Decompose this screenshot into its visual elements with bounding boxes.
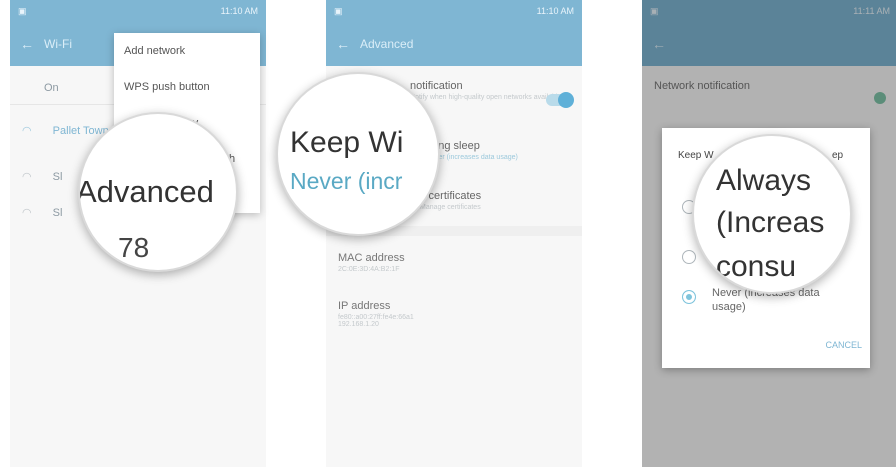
notification-icon: ▣ — [334, 5, 343, 16]
magnified-option-always: Always — [716, 164, 812, 197]
status-bar: ▣ 11:10 AM — [326, 0, 582, 22]
setting-keep-wifi-on[interactable]: uring sleep Never (increases data usage) — [426, 140, 570, 161]
magnifier-advanced: Advanced 78 — [78, 112, 238, 272]
network-name: Sl — [52, 171, 63, 183]
setting-label: k certificates — [420, 190, 482, 202]
setting-install-certificates[interactable]: k certificates Manage certificates — [420, 190, 570, 211]
status-time: 11:10 AM — [220, 6, 258, 16]
magnified-option-desc-2: consu — [716, 250, 797, 283]
page-title: Wi-Fi — [44, 37, 72, 51]
menu-item-add-network[interactable]: Add network — [114, 33, 260, 69]
notification-icon: ▣ — [18, 5, 27, 16]
panel2-header: ▣ 11:10 AM ← Advanced — [326, 0, 582, 66]
ip-address-label: IP address — [338, 300, 391, 312]
magnified-setting-title: Keep Wi — [290, 126, 404, 159]
setting-sub: Never (increases data usage) — [426, 154, 518, 161]
cancel-button[interactable]: CANCEL — [825, 340, 862, 350]
menu-item-wps-push[interactable]: WPS push button — [114, 69, 260, 105]
magnified-setting-value: Never (incr — [290, 168, 403, 194]
page-title: Advanced — [360, 37, 414, 51]
radio-plugged-in[interactable] — [682, 250, 696, 264]
magnifier-always: Always (Increas consu — [692, 134, 852, 294]
app-bar: ← Advanced — [326, 22, 582, 66]
setting-sub: Manage certificates — [420, 204, 481, 211]
mac-address-value: 2C:0E:3D:4A:B2:1F — [338, 266, 400, 273]
status-bar: ▣ 11:10 AM — [10, 0, 266, 22]
setting-label: notification — [410, 80, 463, 92]
magnified-option-desc: (Increas — [716, 206, 825, 239]
wifi-signal-icon: ◠ — [22, 171, 32, 183]
ip-address-value: fe80::a00:27ff:fe4e:66a1 192.168.1.20 — [338, 314, 414, 328]
dialog-title: Keep W — [678, 150, 714, 161]
status-time: 11:10 AM — [536, 6, 574, 16]
mac-address-label: MAC address — [338, 252, 405, 264]
magnified-advanced-label: Advanced — [78, 174, 214, 209]
magnified-partial-text: 78 — [118, 232, 150, 263]
magnifier-keep-wifi: Keep Wi Never (incr — [276, 72, 440, 236]
wifi-signal-icon: ◠ — [22, 207, 32, 219]
radio-never[interactable] — [682, 290, 696, 304]
back-arrow-icon[interactable]: ← — [20, 36, 34, 52]
back-arrow-icon[interactable]: ← — [336, 36, 350, 52]
setting-label: uring sleep — [426, 140, 480, 152]
ip-address-row: IP address fe80::a00:27ff:fe4e:66a1 192.… — [338, 300, 570, 328]
network-name: Sl — [52, 207, 63, 219]
dialog-title-end: ep — [832, 150, 844, 161]
notification-toggle[interactable] — [546, 92, 574, 108]
mac-address-row: MAC address 2C:0E:3D:4A:B2:1F — [338, 252, 570, 273]
wifi-signal-icon: ◠ — [22, 125, 32, 137]
